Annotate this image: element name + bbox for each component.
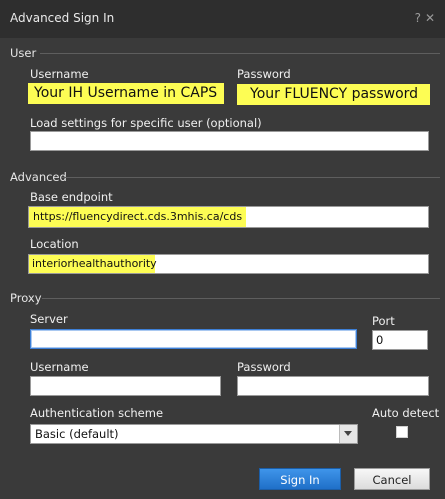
load-settings-label: Load settings for specific user (optiona… (30, 116, 262, 130)
proxy-password-label: Password (237, 360, 291, 374)
title-bar: Advanced Sign In ?✕ (0, 0, 445, 38)
password-label: Password (237, 67, 291, 81)
auth-scheme-select[interactable]: Basic (default) (30, 424, 358, 444)
auto-detect-label: Auto detect (372, 406, 440, 420)
proxy-port-input[interactable]: 0 (372, 330, 428, 350)
close-icon[interactable]: ✕ (425, 11, 439, 25)
advanced-sign-in-dialog: Advanced Sign In ?✕ User Username Your I… (0, 0, 445, 499)
proxy-group-divider (42, 298, 440, 299)
username-field[interactable]: Your IH Username in CAPS (28, 83, 224, 104)
location-value: interiorhealthauthority (29, 255, 157, 273)
proxy-group-label: Proxy (10, 291, 42, 305)
base-endpoint-value: https://fluencydirect.cds.3mhis.ca/cds (29, 207, 247, 227)
advanced-group-label: Advanced (10, 170, 67, 184)
proxy-server-input[interactable] (30, 329, 357, 349)
dialog-title: Advanced Sign In (10, 11, 115, 25)
auth-scheme-label: Authentication scheme (30, 406, 164, 420)
user-group-label: User (10, 46, 37, 60)
proxy-server-label: Server (30, 312, 68, 326)
location-label: Location (30, 237, 79, 251)
load-settings-input[interactable] (30, 131, 429, 151)
cancel-button[interactable]: Cancel (354, 468, 430, 490)
dropdown-arrow-icon[interactable] (339, 425, 357, 443)
proxy-port-label: Port (372, 314, 395, 328)
advanced-group-divider (62, 177, 440, 178)
proxy-username-label: Username (30, 360, 89, 374)
proxy-username-input[interactable] (30, 376, 221, 396)
user-group-divider (40, 53, 440, 54)
auto-detect-checkbox[interactable] (396, 426, 408, 438)
help-icon[interactable]: ? (415, 11, 425, 25)
password-field[interactable]: Your FLUENCY password (237, 84, 430, 105)
title-bar-buttons: ?✕ (415, 11, 439, 25)
auth-scheme-value: Basic (default) (35, 427, 119, 441)
proxy-password-input[interactable] (237, 376, 429, 396)
location-input[interactable]: interiorhealthauthority (28, 254, 429, 274)
base-endpoint-input[interactable]: https://fluencydirect.cds.3mhis.ca/cds (28, 206, 429, 228)
username-label: Username (30, 67, 89, 81)
base-endpoint-label: Base endpoint (30, 190, 113, 204)
sign-in-button[interactable]: Sign In (259, 468, 341, 490)
